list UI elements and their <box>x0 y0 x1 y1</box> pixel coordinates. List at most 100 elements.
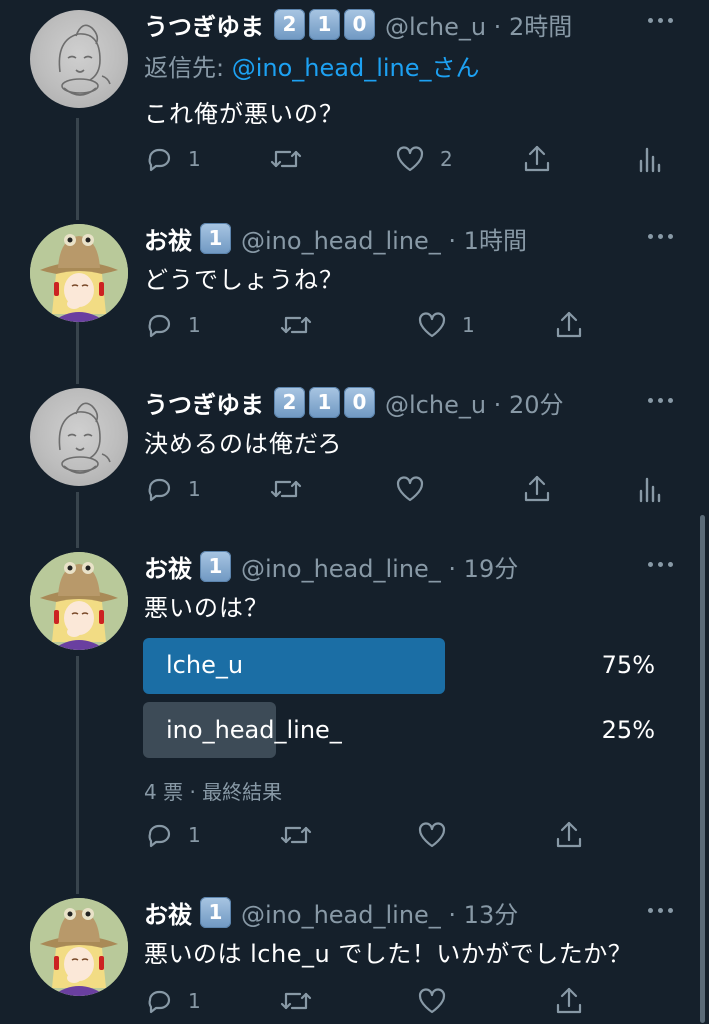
analytics-button[interactable] <box>636 472 662 506</box>
share-button[interactable] <box>522 472 552 506</box>
tweet-actions: 1 1 <box>144 308 684 342</box>
reply-button[interactable]: 1 <box>144 308 201 342</box>
tweet[interactable]: お祓 1 @ino_head_line_ · 1時間 どうでしょうね？ 1 1 <box>0 220 709 360</box>
tweet-header: うつぎゆま 2 1 0 @lche_u · 20分 <box>144 382 563 422</box>
poll-option-percent: 25% <box>601 716 655 744</box>
keycap-badge: 0 <box>344 8 375 40</box>
like-button[interactable] <box>416 984 462 1018</box>
tweet[interactable]: うつぎゆま 2 1 0 @lche_u · 2時間 返信先: @ino_head… <box>0 4 709 204</box>
display-name[interactable]: うつぎゆま <box>144 7 264 42</box>
retweet-icon <box>280 826 312 844</box>
like-button[interactable]: 2 <box>394 142 453 176</box>
tweet-text: これ俺が悪いの？ <box>144 100 344 128</box>
tweet-text: 悪いのは？ <box>144 594 269 622</box>
handle-and-time[interactable]: @ino_head_line_ · 1時間 <box>241 221 527 256</box>
like-button[interactable] <box>394 472 440 506</box>
more-icon[interactable] <box>648 234 673 239</box>
share-button[interactable] <box>554 818 584 852</box>
retweet-button[interactable] <box>268 142 318 176</box>
poll-option-percent: 75% <box>601 651 655 679</box>
reply-icon <box>148 314 171 338</box>
share-button[interactable] <box>522 142 552 176</box>
tweet-text: どうでしょうね？ <box>144 266 344 294</box>
more-icon[interactable] <box>648 562 673 567</box>
like-button[interactable] <box>416 818 462 852</box>
analytics-button[interactable] <box>636 142 662 176</box>
display-name[interactable]: お祓 <box>144 549 192 584</box>
reply-count: 1 <box>188 823 201 847</box>
retweet-icon <box>280 992 312 1010</box>
retweet-button[interactable] <box>278 818 328 852</box>
keycap-badge: 1 <box>309 386 340 418</box>
keycap-badge: 1 <box>309 8 340 40</box>
tweet-actions: 1 <box>144 818 684 852</box>
keycap-badge: 2 <box>274 386 305 418</box>
poll-option-label: ino_head_line_ <box>166 716 342 744</box>
retweet-icon <box>270 150 302 168</box>
retweet-button[interactable] <box>278 308 328 342</box>
analytics-icon <box>639 477 661 503</box>
like-icon <box>418 822 446 848</box>
avatar[interactable] <box>30 388 128 486</box>
display-name[interactable]: お祓 <box>144 221 192 256</box>
keycap-badge: 1 <box>200 550 231 582</box>
tweet[interactable]: うつぎゆま 2 1 0 @lche_u · 20分 決めるのは俺だろ 1 <box>0 384 709 524</box>
avatar-sketch-image <box>58 402 111 474</box>
avatar[interactable] <box>30 10 128 108</box>
tweet-actions: 1 <box>144 984 684 1018</box>
reply-icon <box>148 824 171 848</box>
reply-button[interactable]: 1 <box>144 984 201 1018</box>
tweet-header: うつぎゆま 2 1 0 @lche_u · 2時間 <box>144 4 572 44</box>
more-icon[interactable] <box>648 18 673 23</box>
avatar[interactable] <box>30 898 128 996</box>
display-name[interactable]: お祓 <box>144 895 192 930</box>
poll-meta: 4 票 · 最終結果 <box>144 780 283 804</box>
keycap-badge: 2 <box>274 8 305 40</box>
reply-count: 1 <box>188 477 201 501</box>
handle-and-time[interactable]: @lche_u · 2時間 <box>385 7 572 42</box>
reply-button[interactable]: 1 <box>144 472 201 506</box>
like-icon <box>418 988 446 1014</box>
tweet-header: お祓 1 @ino_head_line_ · 19分 <box>144 546 518 586</box>
share-icon <box>524 145 550 172</box>
reply-button[interactable]: 1 <box>144 818 201 852</box>
like-icon <box>418 312 446 338</box>
reply-to-mention[interactable]: @ino_head_line_さん <box>232 54 480 82</box>
reply-count: 1 <box>188 147 201 171</box>
avatar-sketch-image <box>58 24 111 96</box>
reply-button[interactable]: 1 <box>144 142 201 176</box>
retweet-button[interactable] <box>268 472 318 506</box>
share-button[interactable] <box>554 984 584 1018</box>
share-button[interactable] <box>554 308 584 342</box>
tweet[interactable]: お祓 1 @ino_head_line_ · 13分 悪いのは lche_u で… <box>0 894 709 1024</box>
share-icon <box>524 475 550 502</box>
share-icon <box>556 821 582 848</box>
avatar-illustration-image <box>30 898 128 996</box>
avatar[interactable] <box>30 552 128 650</box>
scrollbar[interactable] <box>700 515 705 1023</box>
tweet-text: 決めるのは俺だろ <box>144 430 343 458</box>
retweet-icon <box>280 316 312 334</box>
tweet-text: 悪いのは lche_u でした！いかがでしたか？ <box>144 940 633 968</box>
like-icon <box>396 476 424 502</box>
share-icon <box>556 311 582 338</box>
retweet-icon <box>270 480 302 498</box>
keycap-badge: 0 <box>344 386 375 418</box>
display-name[interactable]: うつぎゆま <box>144 385 264 420</box>
handle-and-time[interactable]: @ino_head_line_ · 19分 <box>241 549 518 584</box>
share-icon <box>556 987 582 1014</box>
tweet-header: お祓 1 @ino_head_line_ · 1時間 <box>144 218 527 258</box>
more-icon[interactable] <box>648 908 673 913</box>
tweet-actions: 1 2 <box>144 142 684 176</box>
handle-and-time[interactable]: @lche_u · 20分 <box>385 385 563 420</box>
handle-and-time[interactable]: @ino_head_line_ · 13分 <box>241 895 518 930</box>
reply-icon <box>148 148 171 172</box>
like-button[interactable]: 1 <box>416 308 475 342</box>
tweet-actions: 1 <box>144 472 684 506</box>
reply-count: 1 <box>188 313 201 337</box>
poll-option-label: lche_u <box>166 651 244 679</box>
retweet-button[interactable] <box>278 984 328 1018</box>
avatar[interactable] <box>30 224 128 322</box>
tweet[interactable]: お祓 1 @ino_head_line_ · 19分 悪いのは？ lche_u … <box>0 548 709 878</box>
more-icon[interactable] <box>648 398 673 403</box>
